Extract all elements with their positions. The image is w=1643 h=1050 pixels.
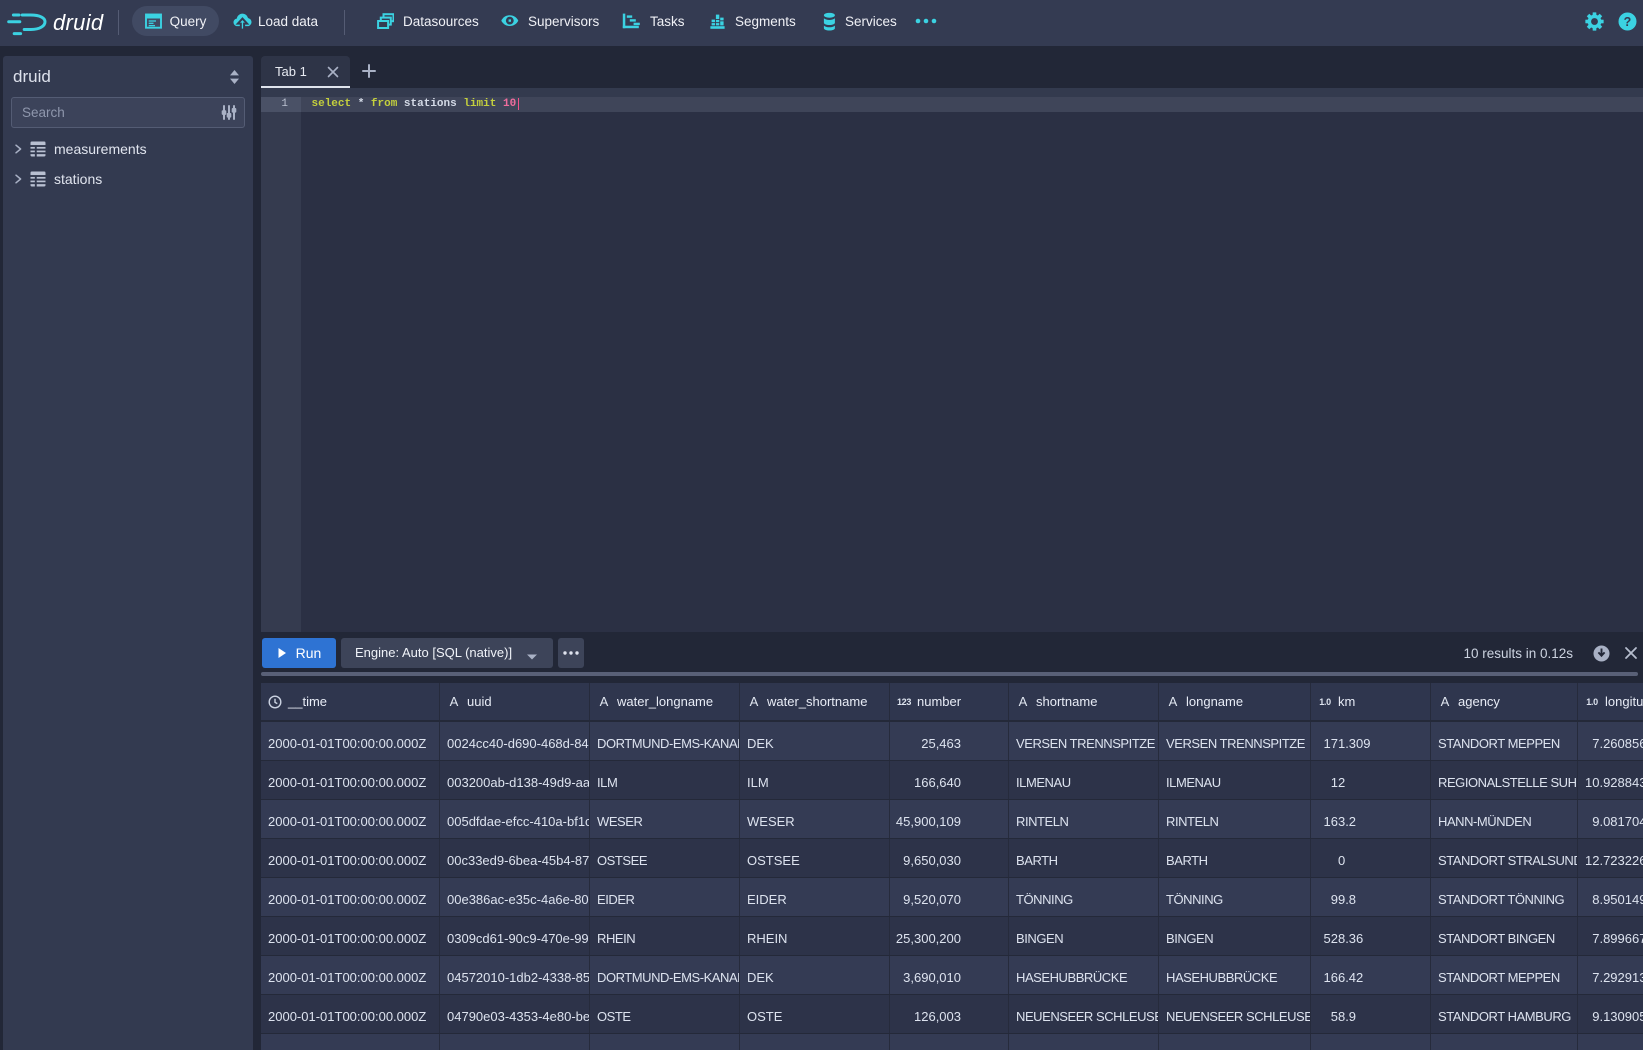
svg-text:?: ?: [1624, 15, 1632, 29]
